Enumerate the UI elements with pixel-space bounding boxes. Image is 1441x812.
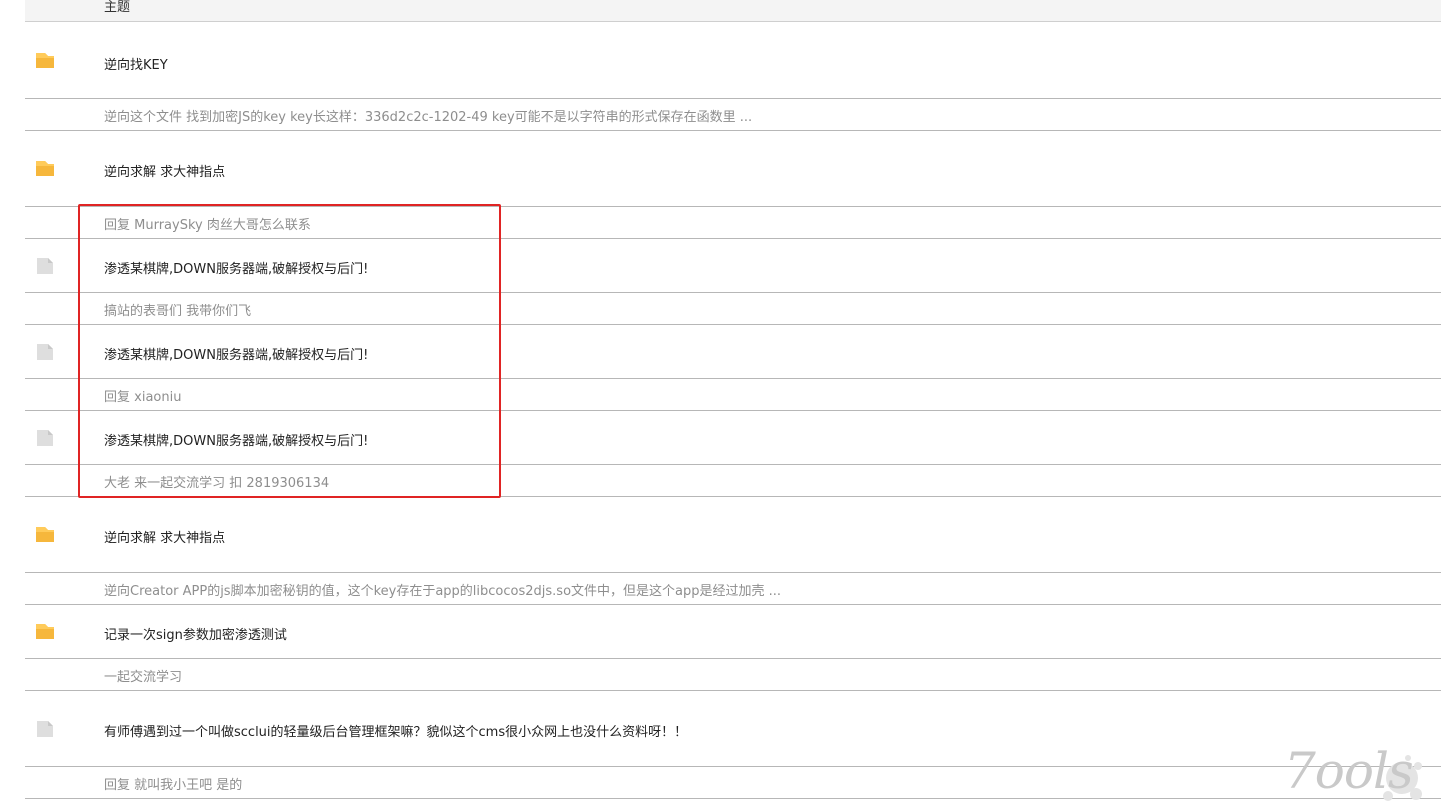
watermark-text: 7ools	[1284, 742, 1414, 800]
topic-summary-row: 回复 xiaoniu	[25, 379, 1441, 411]
folder-icon	[35, 158, 55, 178]
topic-row[interactable]: 渗透某棋牌,DOWN服务器端,破解授权与后门!	[25, 325, 1441, 379]
topic-row[interactable]: 渗透某棋牌,DOWN服务器端,破解授权与后门!	[25, 411, 1441, 465]
topic-summary-row: 回复 就叫我小王吧 是的	[25, 767, 1441, 799]
watermark: 7ools	[1284, 746, 1426, 808]
topic-summary-row: 搞站的表哥们 我带你们飞	[25, 293, 1441, 325]
topic-summary[interactable]: 一起交流学习	[104, 666, 182, 685]
topic-row[interactable]: 有师傅遇到过一个叫做scclui的轻量级后台管理框架嘛？貌似这个cms很小众网上…	[25, 691, 1441, 767]
topic-summary-row: 回复 MurraySky 肉丝大哥怎么联系	[25, 207, 1441, 239]
topic-title-link[interactable]: 有师傅遇到过一个叫做scclui的轻量级后台管理框架嘛？貌似这个cms很小众网上…	[104, 721, 687, 740]
topic-title-link[interactable]: 记录一次sign参数加密渗透测试	[104, 624, 287, 643]
topic-title-link[interactable]: 渗透某棋牌,DOWN服务器端,破解授权与后门!	[104, 430, 368, 449]
page-icon	[35, 342, 55, 362]
folder-icon	[35, 524, 55, 544]
topic-row[interactable]: 逆向求解 求大神指点	[25, 497, 1441, 573]
topic-row[interactable]: 渗透某棋牌,DOWN服务器端,破解授权与后门!	[25, 239, 1441, 293]
topic-summary-row: 一起交流学习	[25, 659, 1441, 691]
topic-summary[interactable]: 逆向Creator APP的js脚本加密秘钥的值，这个key存在于app的lib…	[104, 580, 781, 599]
topic-summary-row: 大老 来一起交流学习 扣 2819306134	[25, 465, 1441, 497]
topic-row[interactable]: 逆向求解 求大神指点	[25, 131, 1441, 207]
topic-row[interactable]: 逆向找KEY	[25, 23, 1441, 99]
topic-summary[interactable]: 回复 xiaoniu	[104, 386, 181, 405]
page-icon	[35, 719, 55, 739]
topic-summary-row: 逆向这个文件 找到加密JS的key key长这样：336d2c2c-1202-4…	[25, 99, 1441, 131]
topic-row[interactable]: 记录一次sign参数加密渗透测试	[25, 605, 1441, 659]
topic-summary[interactable]: 搞站的表哥们 我带你们飞	[104, 300, 251, 319]
topic-summary[interactable]: 回复 就叫我小王吧 是的	[104, 774, 242, 793]
topic-title-link[interactable]: 逆向求解 求大神指点	[104, 161, 225, 180]
page-icon	[35, 256, 55, 276]
topic-title-link[interactable]: 逆向找KEY	[104, 54, 168, 73]
page-icon	[35, 428, 55, 448]
topic-summary[interactable]: 逆向这个文件 找到加密JS的key key长这样：336d2c2c-1202-4…	[104, 106, 752, 125]
folder-icon	[35, 621, 55, 641]
topic-summary-row: 逆向Creator APP的js脚本加密秘钥的值，这个key存在于app的lib…	[25, 573, 1441, 605]
folder-icon	[35, 50, 55, 70]
table-header: 主题	[25, 0, 1441, 22]
subject-column-header: 主题	[104, 0, 131, 15]
topic-summary[interactable]: 大老 来一起交流学习 扣 2819306134	[104, 472, 329, 491]
topic-summary[interactable]: 回复 MurraySky 肉丝大哥怎么联系	[104, 214, 311, 233]
topic-title-link[interactable]: 渗透某棋牌,DOWN服务器端,破解授权与后门!	[104, 344, 368, 363]
topic-title-link[interactable]: 渗透某棋牌,DOWN服务器端,破解授权与后门!	[104, 258, 368, 277]
topic-title-link[interactable]: 逆向求解 求大神指点	[104, 527, 225, 546]
